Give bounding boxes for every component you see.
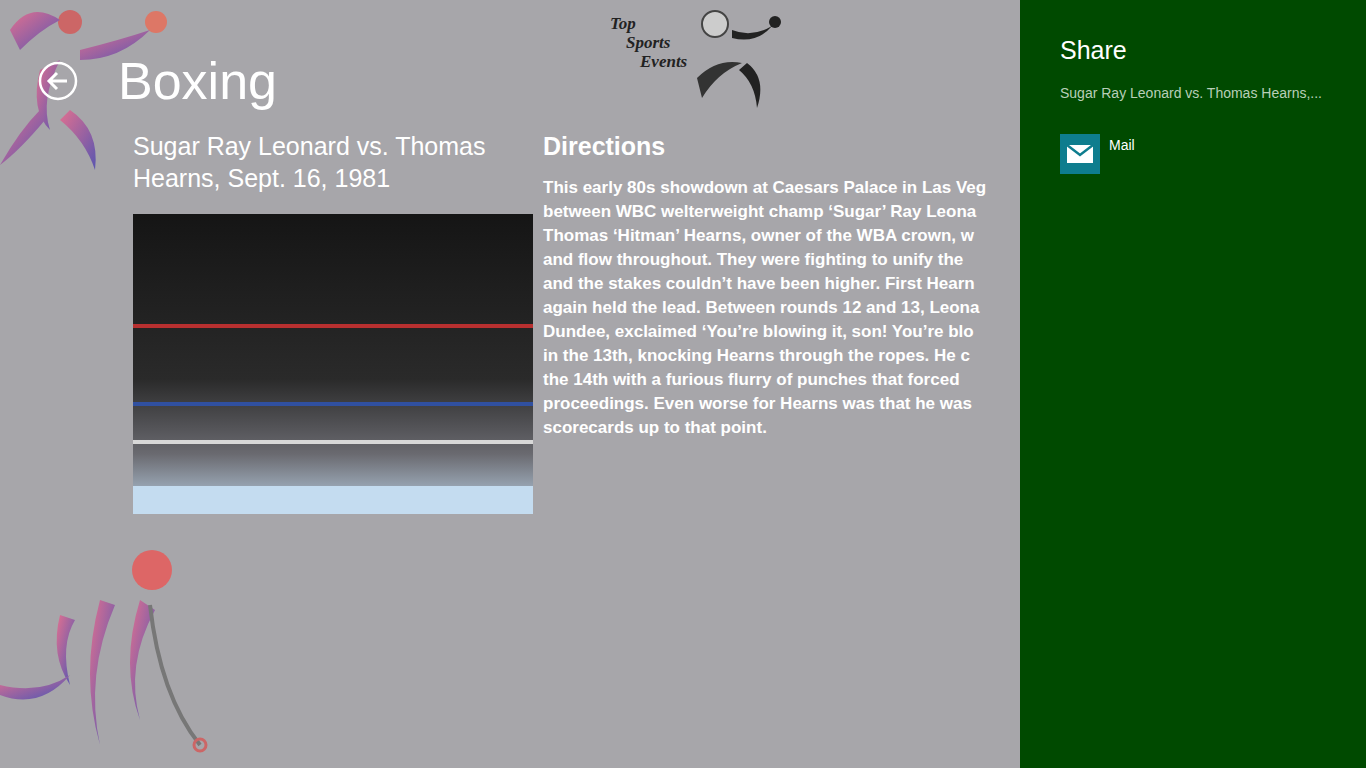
description-text: This early 80s showdown at Caesars Palac… [543,176,1020,440]
app-logo: TopSportsEvents [610,8,782,108]
logo-text: Events [610,52,687,71]
description-line: the 14th with a furious flurry of punche… [543,368,1020,392]
hockey-figure-icon [0,545,215,768]
description-line: Thomas ‘Hitman’ Hearns, owner of the WBA… [543,224,1020,248]
logo-figure-icon [687,8,782,108]
back-button[interactable] [38,61,78,101]
description-line: and flow throughout. They were fighting … [543,248,1020,272]
share-target-label: Mail [1109,134,1135,154]
event-detail: Sugar Ray Leonard vs. Thomas Hearns, Sep… [0,112,1020,514]
section-heading: Directions [543,130,1020,162]
event-summary: Sugar Ray Leonard vs. Thomas Hearns, Sep… [133,130,533,514]
share-targets: Mail [1060,134,1346,174]
mail-tile [1060,134,1100,174]
share-pane: Share Sugar Ray Leonard vs. Thomas Hearn… [1020,0,1366,768]
description-line: Dundee, exclaimed ‘You’re blowing it, so… [543,320,1020,344]
page-header: Boxing [0,0,1020,112]
description-line: again held the lead. Between rounds 12 a… [543,296,1020,320]
description-line: This early 80s showdown at Caesars Palac… [543,176,1020,200]
description-line: and the stakes couldn’t have been higher… [543,272,1020,296]
envelope-icon [1066,144,1094,164]
description-line: between WBC welterweight champ ‘Sugar’ R… [543,200,1020,224]
logo-text: Sports [610,33,687,52]
main-area: TopSportsEvents Boxing Sugar Ray Leonard… [0,0,1020,768]
description-line: in the 13th, knocking Hearns through the… [543,344,1020,368]
event-description: Directions This early 80s showdown at Ca… [543,130,1020,514]
logo-text: Top [610,14,687,33]
description-line: proceedings. Even worse for Hearns was t… [543,392,1020,416]
page-title: Boxing [118,51,277,111]
app-window: TopSportsEvents Boxing Sugar Ray Leonard… [0,0,1366,768]
share-subtitle: Sugar Ray Leonard vs. Thomas Hearns,... [1060,84,1346,102]
event-title: Sugar Ray Leonard vs. Thomas Hearns, Sep… [133,130,533,194]
share-target[interactable]: Mail [1060,134,1346,174]
back-arrow-icon [38,61,78,101]
share-title: Share [1060,32,1346,68]
description-line: scorecards up to that point. [543,416,1020,440]
event-photo [133,214,533,514]
